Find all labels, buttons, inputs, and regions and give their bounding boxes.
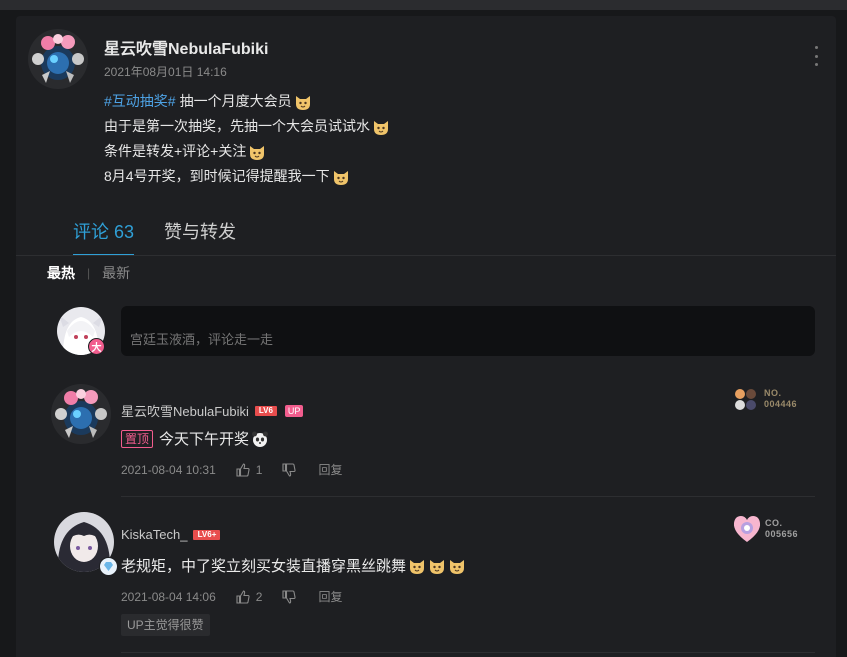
cat-face-emoji-icon (250, 145, 265, 160)
comment-time: 2021-08-04 10:31 (121, 462, 216, 477)
thumbs-up-icon (236, 589, 250, 604)
level-badge: LV6+ (193, 529, 221, 540)
comment-text: 置顶 今天下午开奖 (121, 428, 269, 449)
comment-sort: 最热 | 最新 (47, 263, 130, 283)
up-badge: UP (284, 404, 304, 417)
vip-badge: 大 (88, 338, 105, 355)
comment-text: 老规矩，中了奖立刻买女装直播穿黑丝跳舞 (121, 555, 466, 576)
post-content: #互动抽奖# 抽一个月度大会员 由于是第一次抽奖，先抽一个大会员试试水 条件是转… (104, 89, 390, 189)
post-line-text: 抽一个月度大会员 (179, 93, 292, 109)
cat-face-emoji-icon (374, 120, 388, 135)
fan-card: CO. 005656 (731, 513, 798, 545)
level-badge: LV6 (254, 405, 277, 416)
comment-author-name[interactable]: 星云吹雪NebulaFubiki LV6 UP (121, 401, 304, 420)
fan-card-label: NO. (764, 388, 782, 398)
post-line-text: 8月4号开奖，到时候记得提醒我一下 (104, 168, 330, 184)
fan-card-number: 004446 (764, 399, 798, 409)
heart-medal-icon (733, 516, 761, 542)
fan-card-number: 005656 (765, 529, 799, 539)
post-line: 由于是第一次抽奖，先抽一个大会员试试水 (104, 114, 390, 139)
thumbs-down-icon (282, 462, 297, 477)
reply-button[interactable]: 回复 (318, 461, 342, 478)
sort-separator: | (87, 266, 91, 280)
cat-face-emoji-icon (295, 95, 310, 110)
topic-hashtag-link[interactable]: #互动抽奖# (104, 89, 176, 114)
post-line: 8月4号开奖，到时候记得提醒我一下 (104, 164, 390, 189)
dislike-button[interactable] (282, 589, 302, 604)
cat-face-emoji-icon (450, 559, 465, 574)
tab-comments[interactable]: 评论 63 (73, 218, 135, 256)
verified-badge-icon (99, 557, 118, 576)
comment-author-label: KiskaTech_ (121, 527, 188, 542)
cat-face-emoji-icon (430, 559, 445, 574)
like-count: 1 (255, 462, 263, 477)
post-author-avatar[interactable] (28, 29, 88, 89)
comment-author-avatar[interactable] (51, 384, 111, 444)
like-button[interactable]: 2 (236, 589, 263, 604)
fan-card-label: CO. (765, 518, 783, 528)
reply-button[interactable]: 回复 (318, 588, 342, 605)
up-liked-badge: UP主觉得很赞 (121, 614, 210, 636)
panda-face-emoji-icon (252, 431, 269, 447)
post-line: 条件是转发+评论+关注 (104, 139, 390, 164)
comment-divider (121, 652, 815, 653)
pinned-tag: 置顶 (121, 429, 154, 448)
comment-time: 2021-08-04 14:06 (121, 589, 216, 604)
fan-card: NO. 004446 (732, 387, 797, 411)
post-line: #互动抽奖# 抽一个月度大会员 (104, 89, 390, 114)
top-bar (0, 0, 847, 10)
like-count: 2 (255, 589, 263, 604)
fan-medal-icon (735, 389, 756, 410)
sort-new-button[interactable]: 最新 (102, 263, 130, 283)
like-button[interactable]: 1 (236, 462, 263, 477)
comment-body: 老规矩，中了奖立刻买女装直播穿黑丝跳舞 (121, 558, 407, 575)
thumbs-down-icon (282, 589, 297, 604)
cat-face-emoji-icon (410, 559, 425, 574)
more-options-icon[interactable] (812, 46, 820, 66)
post-tabs: 评论 63 赞与转发 (73, 218, 266, 256)
post-author-name[interactable]: 星云吹雪NebulaFubiki (104, 35, 268, 59)
comment-divider (121, 496, 815, 497)
post-line-text: 条件是转发+评论+关注 (104, 143, 247, 159)
thumbs-up-icon (236, 462, 250, 477)
comment-body: 今天下午开奖 (159, 431, 250, 448)
dislike-button[interactable] (282, 462, 302, 477)
comment-meta: 2021-08-04 14:06 2 回复 (121, 588, 342, 605)
comment-author-name[interactable]: KiskaTech_ LV6+ (121, 527, 221, 542)
sort-hot-button[interactable]: 最热 (47, 263, 75, 283)
tab-likes-reposts[interactable]: 赞与转发 (164, 218, 236, 256)
cat-face-emoji-icon (333, 170, 348, 185)
comment-meta: 2021-08-04 10:31 1 回复 (121, 461, 342, 478)
post-timestamp: 2021年08月01日 14:16 (104, 65, 227, 79)
comment-author-label: 星云吹雪NebulaFubiki (121, 404, 249, 419)
comment-input[interactable] (121, 306, 815, 356)
tab-divider (16, 255, 836, 256)
post-line-text: 由于是第一次抽奖，先抽一个大会员试试水 (104, 118, 370, 134)
